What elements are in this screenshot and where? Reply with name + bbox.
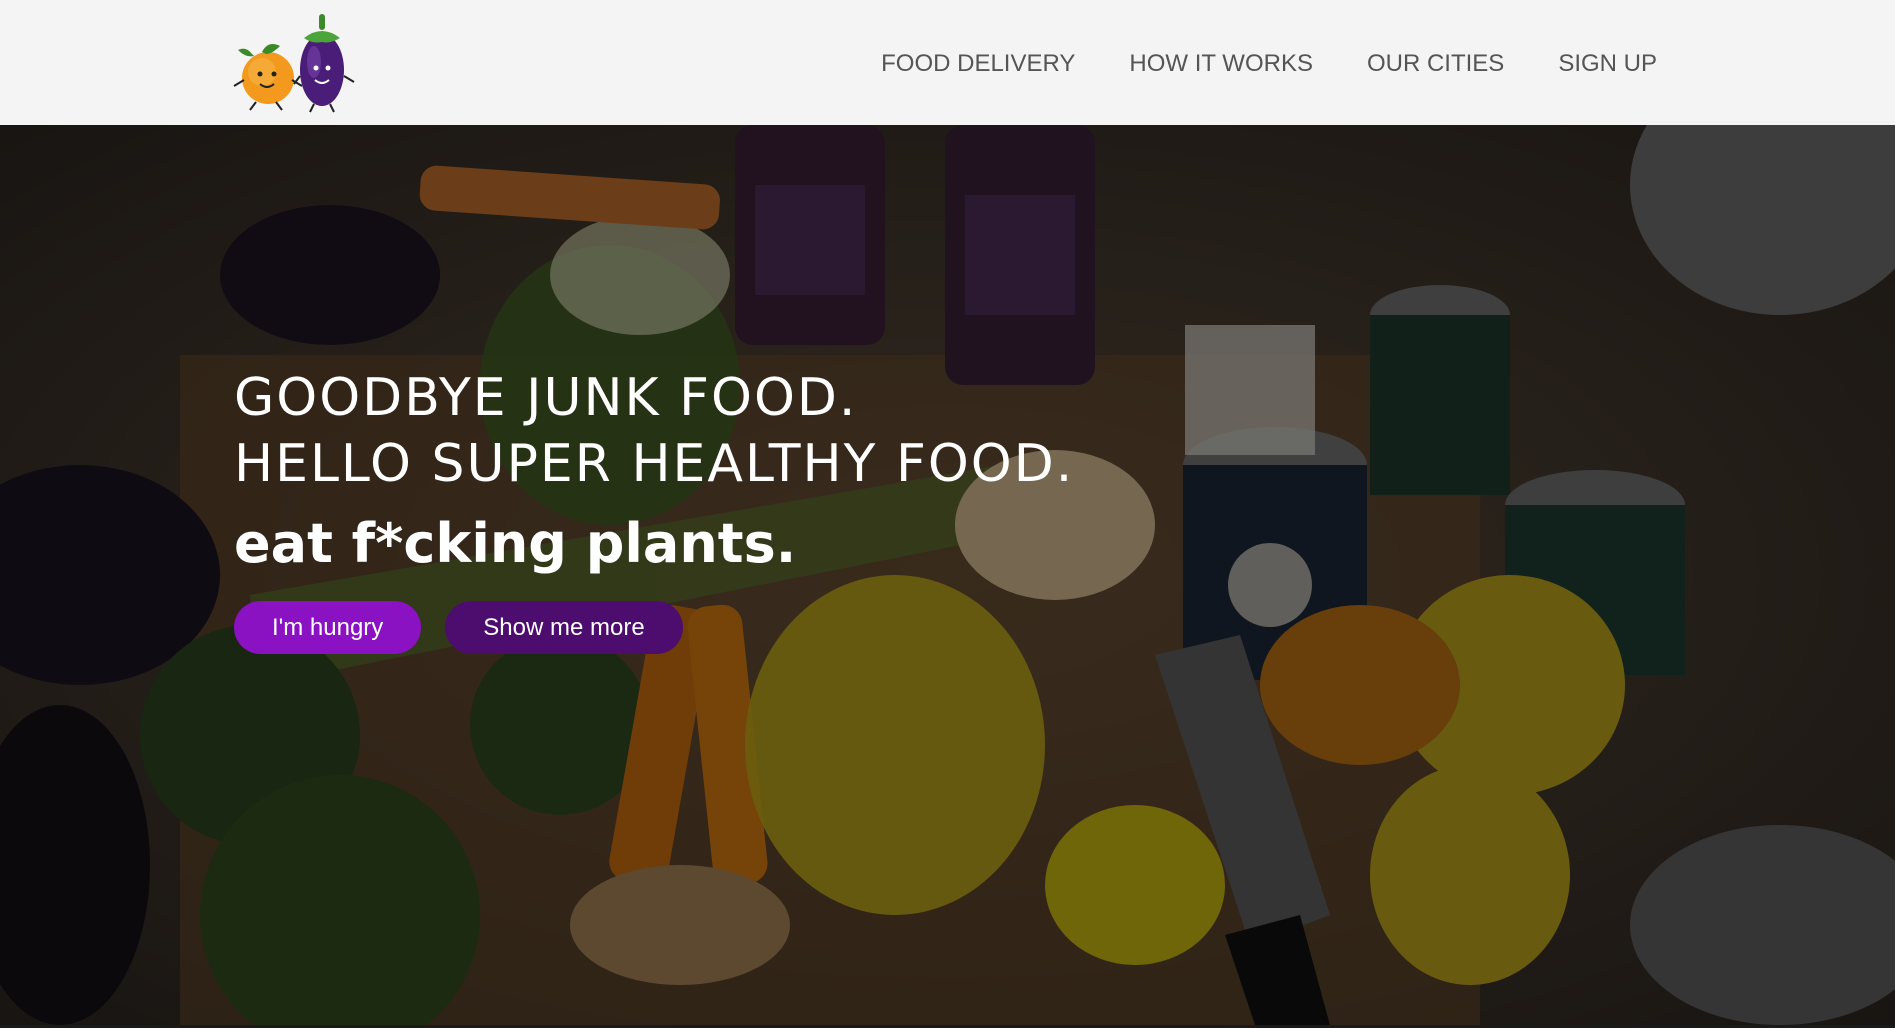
hero-section: GOODBYE JUNK FOOD. HELLO SUPER HEALTHY F… [0, 125, 1895, 1025]
nav-food-delivery[interactable]: FOOD DELIVERY [881, 48, 1075, 78]
logo-link[interactable] [232, 10, 362, 115]
hero-content: GOODBYE JUNK FOOD. HELLO SUPER HEALTHY F… [234, 365, 1074, 654]
peach-and-eggplant-logo-icon [233, 14, 355, 113]
main-nav: FOOD DELIVERY HOW IT WORKS OUR CITIES SI… [881, 0, 1657, 125]
hero-headline: GOODBYE JUNK FOOD. HELLO SUPER HEALTHY F… [234, 365, 1074, 497]
nav-how-it-works[interactable]: HOW IT WORKS [1129, 48, 1313, 78]
nav-our-cities[interactable]: OUR CITIES [1367, 48, 1504, 78]
hero-tagline: eat f*cking plants. [234, 512, 797, 575]
nav-sign-up[interactable]: SIGN UP [1558, 48, 1657, 78]
site-header: FOOD DELIVERY HOW IT WORKS OUR CITIES SI… [0, 0, 1895, 125]
hero-buttons: I'm hungry Show me more [234, 601, 1074, 654]
hero-headline-line1: GOODBYE JUNK FOOD. [234, 368, 858, 428]
show-me-more-button[interactable]: Show me more [445, 601, 683, 654]
hero-headline-line2: HELLO SUPER HEALTHY FOOD. [234, 434, 1075, 494]
im-hungry-button[interactable]: I'm hungry [234, 601, 422, 654]
